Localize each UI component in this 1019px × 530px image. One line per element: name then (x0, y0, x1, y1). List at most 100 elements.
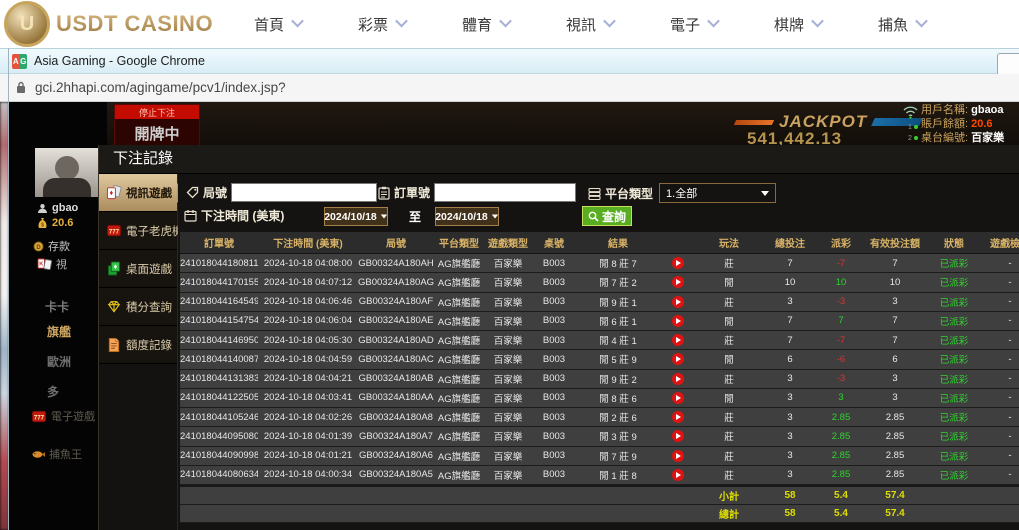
lobby-item[interactable]: D存款 (33, 238, 70, 254)
asia-gaming-favicon-icon: AG (12, 54, 27, 69)
column-header: 有效投注額 (864, 235, 926, 250)
lobby-item[interactable]: 捕魚王 (31, 446, 82, 462)
valid-cell: 3 (864, 392, 926, 403)
lobby-item-label: 旗艦 (47, 323, 71, 340)
lobby-item-label: 捕魚王 (49, 446, 82, 462)
play-cell: 莊 (696, 468, 762, 482)
column-header: 局號 (358, 235, 434, 250)
avatar[interactable] (35, 148, 101, 197)
table-row: 2410180441645492024-10-18 04:06:46GB0032… (180, 293, 1019, 312)
lobby-item[interactable]: 777 電子遊戲 (31, 408, 95, 424)
nav-item[interactable]: 電子 (642, 14, 746, 35)
lobby-item[interactable]: 多 (43, 383, 59, 400)
play-cell: 莊 (696, 372, 762, 386)
sidebar-item[interactable]: 777電子老虎機 (99, 212, 177, 250)
game-cell: 百家樂 (484, 391, 532, 405)
table-cell: B003 (532, 354, 576, 365)
nav-item[interactable]: 捕魚 (850, 14, 954, 35)
points-icon (106, 299, 122, 314)
valid-cell: 7 (864, 335, 926, 346)
nav-item[interactable]: 視訊 (538, 14, 642, 35)
date-from-button[interactable]: 2024/10/18 (324, 207, 388, 226)
round-input[interactable] (231, 183, 377, 202)
nav-item[interactable]: 體育 (434, 14, 538, 35)
table-header-row: 訂單號下注時間 (美東)局號平台類型遊戲類型桌號結果玩法總投注派彩有效投注額狀態… (180, 232, 1019, 254)
play-video-button[interactable] (672, 276, 684, 288)
round-cell: GB00324A180A7 (358, 431, 434, 442)
lobby-item-label: 電子遊戲 (51, 408, 95, 424)
play-video-button[interactable] (672, 450, 684, 462)
lobby-item[interactable]: $20.6 (37, 217, 73, 229)
latency-row-2: 2 (908, 135, 918, 142)
nav-item-label: 彩票 (358, 14, 388, 35)
round-cell: GB00324A180A6 (358, 450, 434, 461)
lobby-item[interactable]: 歐洲 (43, 353, 71, 370)
time-cell: 2024-10-18 04:02:26 (258, 412, 358, 423)
url-bar[interactable]: gci.2hhapi.com/agingame/pcv1/index.jsp? (0, 74, 1019, 102)
quota-icon (106, 337, 122, 352)
play-video-button[interactable] (672, 257, 684, 269)
status-cell: 已派彩 (926, 295, 982, 309)
video-cell (660, 276, 696, 288)
date-to-button[interactable]: 2024/10/18 (435, 207, 499, 226)
lobby-item[interactable]: K視 (37, 256, 67, 272)
bet-cell: 3 (762, 450, 818, 461)
chevron-down-icon (915, 15, 928, 28)
play-video-button[interactable] (672, 392, 684, 404)
play-video-button[interactable] (672, 315, 684, 327)
game-cell: 百家樂 (484, 410, 532, 424)
nav-item[interactable]: 棋牌 (746, 14, 850, 35)
usdt-casino-logo[interactable]: U USDT CASINO (0, 1, 226, 47)
game-cell: 百家樂 (484, 352, 532, 366)
result-cell: 閒 8 莊 7 (576, 256, 660, 270)
chevron-down-icon (603, 15, 616, 28)
play-video-button[interactable] (672, 296, 684, 308)
window-control-button[interactable] (997, 53, 1019, 76)
user-name: gbaoa (971, 104, 1003, 116)
table-cell: B003 (532, 373, 576, 384)
time-cell: 2024-10-18 04:06:04 (258, 315, 358, 326)
sidebar-item[interactable]: 桌面遊戲 (99, 250, 177, 288)
column-header: 派彩 (818, 235, 864, 250)
table-row: 2410180441313832024-10-18 04:04:21GB0032… (180, 370, 1019, 389)
platform-cell: AG旗艦廳 (434, 352, 484, 366)
sidebar-item[interactable]: 視訊遊戲 (99, 174, 177, 212)
lobby-item[interactable]: 卡卡 (41, 298, 69, 315)
play-video-button[interactable] (672, 373, 684, 385)
nav-item[interactable]: 首頁 (226, 14, 330, 35)
lobby-item-label: 多 (47, 383, 59, 400)
svg-text:777: 777 (34, 414, 45, 421)
game-cell: 百家樂 (484, 372, 532, 386)
main-nav: 首頁 彩票 體育視訊 電子 棋牌捕魚 (226, 14, 954, 35)
play-video-button[interactable] (672, 430, 684, 442)
column-header: 下注時間 (美東) (258, 235, 358, 250)
video-cell: - (982, 296, 1019, 307)
search-button[interactable]: 查詢 (582, 206, 632, 226)
nav-item-label: 電子 (670, 14, 700, 35)
video-cell (660, 373, 696, 385)
play-video-button[interactable] (672, 353, 684, 365)
table-games-icon (106, 261, 122, 276)
lobby-item[interactable]: 旗艦 (43, 323, 71, 340)
play-video-button[interactable] (672, 334, 684, 346)
table-cell: B003 (532, 450, 576, 461)
summary-bet: 58 (762, 490, 818, 501)
payout-cell: -3 (818, 373, 864, 384)
play-video-button[interactable] (672, 411, 684, 423)
platform-select[interactable]: 1.全部 (659, 183, 776, 203)
svg-text:$: $ (41, 223, 44, 229)
sidebar-item[interactable]: 額度記錄 (99, 326, 177, 364)
table-cell: B003 (532, 258, 576, 269)
order-cell: 241018044080634 (180, 469, 258, 480)
valid-cell: 6 (864, 354, 926, 365)
lobby-item[interactable]: gbao (37, 202, 78, 214)
chevron-down-icon (811, 15, 824, 28)
stop-bet-banner: 停止下注 (115, 105, 199, 119)
nav-item[interactable]: 彩票 (330, 14, 434, 35)
order-input[interactable] (434, 183, 576, 202)
play-video-button[interactable] (672, 469, 684, 481)
chevron-down-icon (395, 15, 408, 28)
sidebar-item[interactable]: 積分查詢 (99, 288, 177, 326)
slot-icon: 777 (106, 223, 122, 238)
status-cell: 已派彩 (926, 468, 982, 482)
